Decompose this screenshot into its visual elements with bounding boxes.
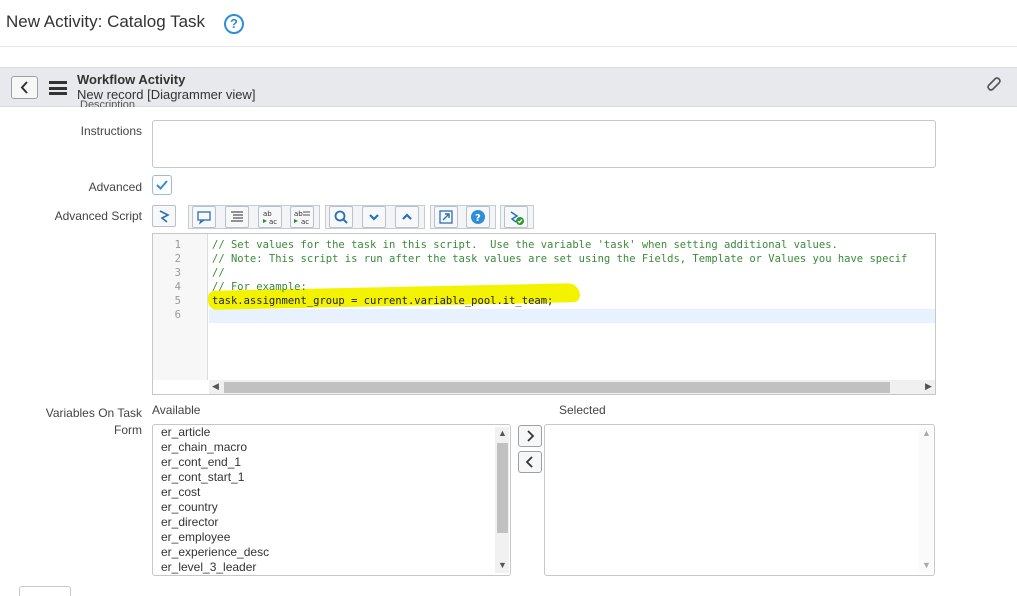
svg-text:ab: ab — [294, 210, 303, 218]
description-label: Description — [80, 99, 136, 107]
variables-label-line1: Variables On Task — [45, 406, 142, 420]
find-previous-button[interactable] — [395, 206, 419, 228]
chevron-right-icon — [527, 430, 535, 442]
scroll-down-icon[interactable]: ▼ — [498, 560, 507, 570]
svg-text:ac: ac — [301, 218, 309, 226]
advanced-checkbox[interactable] — [152, 175, 172, 195]
chevron-left-icon — [20, 81, 28, 94]
script-debugger-button[interactable] — [504, 206, 528, 228]
search-icon — [334, 210, 348, 224]
selected-list[interactable]: ▲ ▼ — [544, 424, 935, 576]
remove-from-selected-button[interactable] — [518, 451, 542, 473]
active-line-highlight — [209, 309, 935, 323]
fullscreen-button[interactable] — [434, 206, 458, 228]
replace-icon: abac — [263, 210, 277, 226]
list-item[interactable]: er_chain_macro — [161, 440, 247, 455]
svg-text:ac: ac — [269, 218, 277, 226]
paperclip-icon[interactable] — [983, 74, 1003, 94]
list-item[interactable]: er_cont_end_1 — [161, 455, 241, 470]
code-line: // For example: — [212, 281, 307, 293]
scroll-right-icon[interactable]: ▶ — [925, 381, 932, 392]
scroll-left-icon[interactable]: ◀ — [212, 381, 219, 392]
scroll-up-icon[interactable]: ▲ — [922, 428, 931, 438]
list-item[interactable]: er_article — [161, 425, 210, 440]
script-editor[interactable]: 1 2 3 4 5 6 // Set values for the task i… — [152, 233, 936, 395]
available-heading: Available — [152, 403, 201, 417]
selected-heading: Selected — [559, 403, 606, 417]
checkmark-icon — [156, 180, 168, 190]
line-number: 6 — [174, 309, 181, 321]
question-icon: ? — [471, 210, 485, 224]
form-title: Workflow Activity — [77, 72, 186, 87]
script-help-button[interactable]: ? — [466, 206, 490, 228]
svg-text:?: ? — [475, 213, 481, 224]
replace-all-icon: abac — [294, 210, 310, 226]
horizontal-scrollbar[interactable]: ◀ ▶ — [209, 380, 935, 394]
line-number: 4 — [174, 281, 181, 293]
format-icon — [231, 211, 243, 222]
divider — [0, 46, 1017, 47]
scrollbar-thumb[interactable] — [224, 382, 890, 393]
list-item[interactable]: er_employee — [161, 530, 230, 545]
advanced-label: Advanced — [88, 180, 142, 194]
back-button[interactable] — [11, 76, 38, 99]
list-item[interactable]: er_director — [161, 515, 218, 530]
replace-button[interactable]: ab ac — [258, 206, 282, 228]
list-item[interactable]: er_level_3_leader — [161, 560, 256, 575]
chevron-left-icon — [525, 456, 533, 468]
chevron-down-icon — [369, 214, 379, 221]
line-number: 1 — [174, 239, 181, 251]
line-number: 5 — [174, 295, 181, 307]
expand-icon — [439, 210, 453, 224]
help-icon[interactable]: ? — [224, 14, 244, 34]
submit-button[interactable] — [19, 586, 71, 596]
instructions-label: Instructions — [80, 124, 142, 138]
list-item[interactable]: er_cost — [161, 485, 200, 500]
line-number-gutter: 1 2 3 4 5 6 — [153, 234, 208, 380]
code-line: // Note: This script is run after the ta… — [212, 253, 908, 265]
find-next-button[interactable] — [362, 206, 386, 228]
comment-button[interactable] — [192, 206, 216, 228]
toggle-syntax-button[interactable] — [152, 205, 176, 227]
comment-icon — [197, 211, 211, 225]
available-list[interactable]: er_article er_chain_macro er_cont_end_1 … — [152, 424, 511, 576]
line-number: 3 — [174, 267, 181, 279]
vertical-scrollbar[interactable]: ▲ ▼ — [919, 427, 933, 573]
code-line: // — [212, 267, 225, 279]
chevron-up-icon — [402, 213, 412, 220]
list-item[interactable]: er_experience_desc — [161, 545, 269, 560]
syntax-toggle-icon — [159, 210, 170, 223]
debugger-icon — [510, 211, 524, 225]
add-to-selected-button[interactable] — [518, 425, 542, 447]
vertical-scrollbar[interactable]: ▲ ▼ — [495, 427, 509, 573]
replace-all-button[interactable]: ab ac — [290, 206, 314, 228]
scroll-down-icon[interactable]: ▼ — [922, 560, 931, 570]
search-button[interactable] — [329, 206, 353, 228]
svg-text:ab: ab — [263, 210, 272, 218]
line-number: 2 — [174, 253, 181, 265]
instructions-field[interactable] — [152, 120, 936, 168]
hamburger-menu-icon[interactable] — [49, 81, 67, 95]
variables-label-line2: Form — [114, 423, 142, 437]
advanced-script-label: Advanced Script — [54, 209, 142, 223]
format-code-button[interactable] — [225, 206, 249, 228]
code-line: // Set values for the task in this scrip… — [212, 239, 838, 251]
code-line: task.assignment_group = current.variable… — [212, 295, 554, 307]
list-item[interactable]: er_cont_start_1 — [161, 470, 244, 485]
scrollbar-thumb[interactable] — [497, 443, 508, 533]
dialog-title: New Activity: Catalog Task — [6, 12, 206, 31]
scroll-up-icon[interactable]: ▲ — [498, 428, 507, 438]
list-item[interactable]: er_country — [161, 500, 218, 515]
